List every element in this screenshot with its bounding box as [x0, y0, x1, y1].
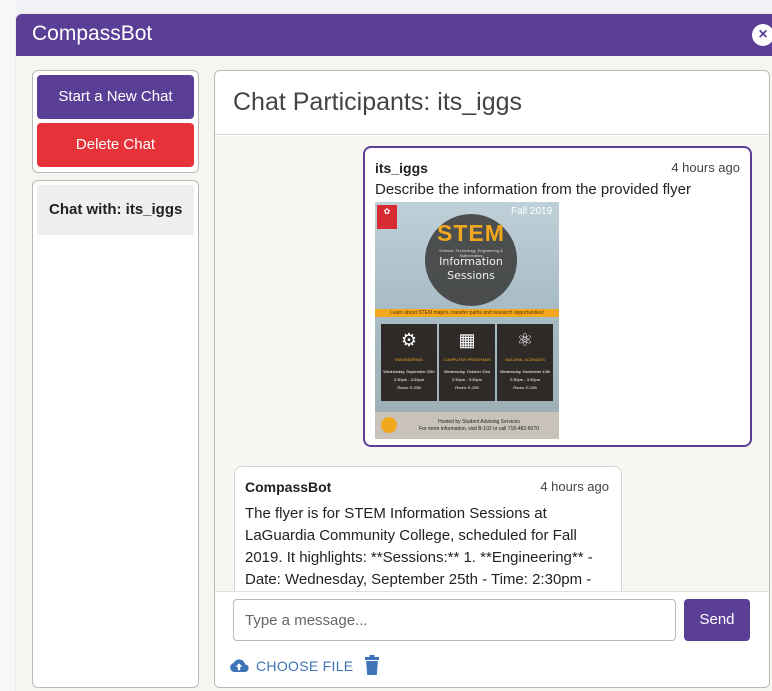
compassbot-window: CompassBot × Start a New Chat Delete Cha…	[16, 14, 772, 691]
app-title: CompassBot	[32, 22, 153, 45]
message-text: Describe the information from the provid…	[375, 181, 691, 198]
flyer-footer-text: Hosted by Student Advising Services For …	[401, 419, 557, 433]
page-background	[0, 0, 16, 691]
gears-icon: ⚙	[400, 330, 418, 350]
flyer-column-date: Wednesday, October 23rd	[443, 369, 491, 374]
flyer-column-natural-sciences: ⚛ NATURAL SCIENCES Wednesday, November 1…	[497, 324, 553, 401]
flyer-column-details: Wednesday, November 13th 2:30pm - 3:30pm…	[499, 368, 551, 392]
flyer-column-time: 2:30pm - 3:30pm	[393, 377, 425, 382]
flyer-column-room: Room: E-259	[455, 385, 479, 390]
bot-message: CompassBot 4 hours ago The flyer is for …	[234, 466, 622, 591]
flyer-column-label: ENGINEERING	[394, 357, 423, 362]
delete-chat-button[interactable]: Delete Chat	[37, 123, 194, 167]
flyer-column-date: Wednesday, November 13th	[499, 369, 551, 374]
flyer-info-line1: Information	[439, 255, 503, 268]
trash-icon[interactable]	[365, 655, 379, 675]
message-list[interactable]: its_iggs 4 hours ago Describe the inform…	[215, 136, 769, 591]
cloud-upload-icon	[230, 659, 249, 673]
start-new-chat-button[interactable]: Start a New Chat	[37, 75, 194, 119]
message-sender: its_iggs	[375, 160, 428, 176]
flyer-info-text: Information Sessions	[430, 255, 512, 283]
flyer-footer-line2: For more information, visit B-102 or cal…	[419, 426, 539, 432]
close-icon: ×	[758, 26, 768, 43]
flyer-column-details: Wednesday, October 23rd 2:30pm - 3:30pm …	[441, 368, 493, 392]
flyer-column-room: Room: E-259	[513, 385, 537, 390]
flyer-column-details: Wednesday, September 25th 2:30pm - 3:30p…	[383, 368, 435, 392]
chat-participants-title: Chat Participants: its_iggs	[233, 88, 523, 116]
message-text: The flyer is for STEM Information Sessio…	[245, 505, 593, 588]
flyer-footer: Hosted by Student Advising Services For …	[375, 412, 559, 439]
title-bar: CompassBot ×	[16, 14, 772, 56]
message-composer: Send CHOOSE FILE	[215, 591, 769, 687]
message-timestamp: 4 hours ago	[671, 160, 740, 175]
flyer-column-computer-programs: ▦ COMPUTER PROGRAMS Wednesday, October 2…	[439, 324, 495, 401]
atom-icon: ⚛	[516, 330, 534, 350]
choose-file-button[interactable]: CHOOSE FILE	[229, 656, 353, 676]
chat-list-item[interactable]: Chat with: its_iggs	[37, 185, 194, 235]
flyer-logo: ✿	[377, 205, 397, 229]
close-button[interactable]: ×	[752, 24, 772, 46]
flyer-column-date: Wednesday, September 25th	[383, 369, 435, 374]
chat-header: Chat Participants: its_iggs	[215, 71, 769, 135]
flyer-image-attachment[interactable]: ✿ Fall 2019 STEM Science, Technology, En…	[375, 202, 559, 439]
chat-panel: Chat Participants: its_iggs its_iggs 4 h…	[214, 70, 770, 688]
advising-badge-icon	[381, 417, 397, 433]
flyer-column-time: 2:30pm - 3:30pm	[451, 377, 483, 382]
flyer-season: Fall 2019	[511, 206, 553, 217]
blueprint-icon: ▦	[458, 330, 476, 350]
message-input[interactable]	[233, 599, 676, 641]
user-message: its_iggs 4 hours ago Describe the inform…	[363, 146, 752, 447]
message-timestamp: 4 hours ago	[540, 479, 609, 494]
send-button[interactable]: Send	[684, 599, 750, 641]
flyer-footer-line1: Hosted by Student Advising Services	[438, 419, 520, 425]
flyer-title: STEM	[437, 220, 505, 246]
chat-list: Chat with: its_iggs	[32, 180, 199, 688]
message-sender: CompassBot	[245, 479, 332, 495]
flyer-column-label: COMPUTER PROGRAMS	[443, 357, 491, 362]
flyer-column-room: Room: E-259	[397, 385, 421, 390]
flyer-info-line2: Sessions	[447, 269, 495, 282]
flyer-banner: Learn about STEM majors, transfer paths …	[375, 309, 559, 317]
choose-file-label: CHOOSE FILE	[256, 658, 354, 674]
sidebar-actions: Start a New Chat Delete Chat	[32, 70, 199, 173]
flyer-column-time: 2:30pm - 3:30pm	[509, 377, 541, 382]
flyer-column-engineering: ⚙ ENGINEERING Wednesday, September 25th …	[381, 324, 437, 401]
flyer-column-label: NATURAL SCIENCES	[505, 357, 545, 362]
